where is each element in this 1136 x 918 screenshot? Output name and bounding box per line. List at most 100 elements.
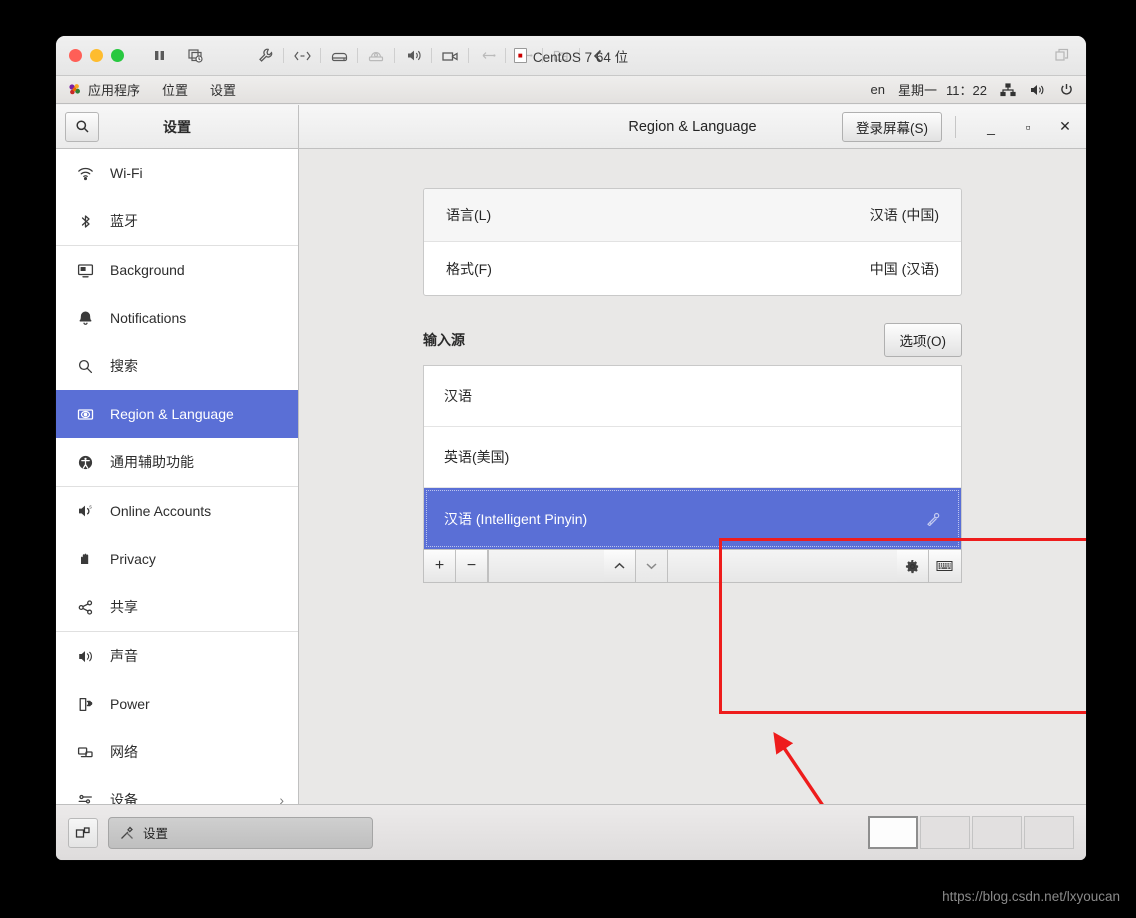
- settings-content: Region & Language 登录屏幕(S) _ ▫ ✕ 语言(L) 汉语…: [299, 105, 1086, 804]
- gnome-taskbar: 设置: [56, 804, 1086, 860]
- sidebar-item-[interactable]: 网络: [56, 728, 298, 776]
- applications-menu-label: 应用程序: [88, 83, 141, 98]
- sidebar-item-label: Wi-Fi: [110, 165, 143, 181]
- move-down-button[interactable]: [635, 550, 668, 582]
- close-window-button[interactable]: [69, 49, 82, 62]
- sidebar-item-wi-fi[interactable]: Wi-Fi: [56, 149, 298, 197]
- clock-day: 星期一: [898, 83, 938, 98]
- sidebar-item-label: Privacy: [110, 551, 156, 567]
- network-tree-icon[interactable]: [1000, 82, 1016, 97]
- places-menu[interactable]: 位置: [151, 80, 199, 99]
- sidebar-item-label: Background: [110, 262, 185, 278]
- wifi-icon: [76, 164, 94, 182]
- sidebar-item-region-language[interactable]: Region & Language: [56, 390, 298, 438]
- gear-icon[interactable]: [896, 550, 929, 582]
- close-button[interactable]: ✕: [1058, 118, 1072, 135]
- sidebar-item-[interactable]: 搜索: [56, 342, 298, 390]
- minimize-window-button[interactable]: [90, 49, 103, 62]
- search-button[interactable]: [65, 111, 99, 142]
- move-up-button[interactable]: [603, 550, 636, 582]
- language-value: 汉语 (中国): [869, 207, 939, 223]
- formats-row[interactable]: 格式(F) 中国 (汉语): [424, 242, 961, 295]
- fullscreen-window-button[interactable]: [111, 49, 124, 62]
- workspace-1[interactable]: [868, 816, 918, 849]
- maximize-button[interactable]: ▫: [1021, 119, 1035, 135]
- network-icon[interactable]: [289, 44, 315, 68]
- sidebar-item-notifications[interactable]: Notifications: [56, 294, 298, 342]
- input-sources-toolbar: + −: [423, 549, 962, 583]
- power-icon[interactable]: [1059, 82, 1074, 97]
- clock[interactable]: 星期一 11：22: [898, 80, 987, 99]
- keyboard-icon[interactable]: [928, 550, 961, 582]
- snapshot-icon[interactable]: [182, 44, 208, 68]
- pause-icon[interactable]: [146, 44, 172, 68]
- usb2-icon[interactable]: [511, 44, 537, 68]
- show-desktop-icon[interactable]: [68, 817, 98, 848]
- sidebar-item-[interactable]: 声音: [56, 632, 298, 680]
- shared-folder-icon[interactable]: [548, 44, 574, 68]
- window-controls: _ ▫ ✕: [984, 118, 1072, 135]
- settings-menu-label: 设置: [210, 83, 237, 98]
- sidebar-item-label: 网络: [110, 744, 138, 760]
- cdrom-icon[interactable]: [363, 44, 389, 68]
- workspace-2[interactable]: [920, 816, 970, 849]
- input-source-row[interactable]: 英语(美国): [424, 427, 961, 488]
- language-row[interactable]: 语言(L) 汉语 (中国): [424, 189, 961, 242]
- sidebar-item-privacy[interactable]: Privacy: [56, 535, 298, 583]
- keyboard-layout-indicator[interactable]: en: [871, 82, 885, 97]
- sidebar-item-label: Power: [110, 696, 150, 712]
- power-plug-icon: [76, 695, 94, 713]
- input-sources-title: 输入源: [423, 332, 465, 348]
- sidebar-item-background[interactable]: Background: [56, 246, 298, 294]
- harddisk-icon[interactable]: [326, 44, 352, 68]
- window-traffic-lights: [69, 49, 124, 62]
- language-label: 语言(L): [446, 207, 492, 223]
- input-sources-header: 输入源 选项(O): [423, 323, 962, 357]
- sidebar-item-[interactable]: 设备 ›: [56, 776, 298, 804]
- settings-menu[interactable]: 设置: [199, 80, 247, 99]
- input-source-row[interactable]: 汉语: [424, 366, 961, 427]
- vm-window: ■ CentOS 7 64 位 应用程序 位置 设置 en 星期一 11：22 …: [56, 36, 1086, 860]
- search-icon: [76, 357, 94, 375]
- workspace-3[interactable]: [972, 816, 1022, 849]
- sidebar-item-[interactable]: 共享: [56, 583, 298, 631]
- restore-window-icon[interactable]: [1054, 47, 1070, 63]
- collapse-icon[interactable]: [585, 44, 611, 68]
- preferences-gear-icon[interactable]: [925, 512, 941, 526]
- sidebar-item-power[interactable]: Power: [56, 680, 298, 728]
- usb-icon[interactable]: [474, 44, 500, 68]
- online-accounts-icon: s: [76, 502, 94, 520]
- applications-menu[interactable]: 应用程序: [56, 80, 151, 99]
- camera-icon[interactable]: [437, 44, 463, 68]
- search-icon: [75, 119, 90, 134]
- sidebar-item-label: Notifications: [110, 310, 187, 326]
- bluetooth-icon: [76, 212, 94, 230]
- bell-icon: [76, 309, 94, 327]
- taskbar-task-settings[interactable]: 设置: [108, 816, 373, 849]
- network-devices-icon: [76, 743, 94, 761]
- options-button[interactable]: 选项(O): [883, 323, 962, 357]
- sidebar-item-label: Region & Language: [110, 406, 234, 422]
- input-source-label: 英语(美国): [444, 449, 510, 465]
- input-source-row[interactable]: 汉语 (Intelligent Pinyin): [424, 488, 961, 549]
- accessibility-icon: [76, 453, 94, 471]
- minimize-button[interactable]: _: [984, 119, 998, 135]
- gnome-top-panel: 应用程序 位置 设置 en 星期一 11：22: [56, 76, 1086, 104]
- volume-icon[interactable]: [1029, 83, 1046, 97]
- svg-text:s: s: [89, 504, 92, 510]
- privacy-hand-icon: [76, 550, 94, 568]
- clock-time: 11：22: [946, 83, 987, 98]
- sidebar-item-[interactable]: 蓝牙: [56, 197, 298, 245]
- settings-sidebar: 设置 Wi-Fi 蓝牙 Background Notifications 搜索 Regio…: [56, 105, 299, 804]
- sound-icon[interactable]: [400, 44, 426, 68]
- sidebar-item-online-accounts[interactable]: s Online Accounts: [56, 487, 298, 535]
- watermark: https://blog.csdn.net/lxyoucan: [942, 889, 1120, 904]
- sidebar-item-[interactable]: 通用辅助功能: [56, 438, 298, 486]
- login-screen-button[interactable]: 登录屏幕(S): [842, 111, 942, 142]
- sidebar-item-label: 设备: [110, 792, 138, 804]
- settings-wrench-icon[interactable]: [252, 44, 278, 68]
- sidebar-item-label: 共享: [110, 599, 138, 615]
- remove-input-source-button[interactable]: −: [456, 550, 488, 582]
- add-input-source-button[interactable]: +: [424, 550, 456, 582]
- workspace-4[interactable]: [1024, 816, 1074, 849]
